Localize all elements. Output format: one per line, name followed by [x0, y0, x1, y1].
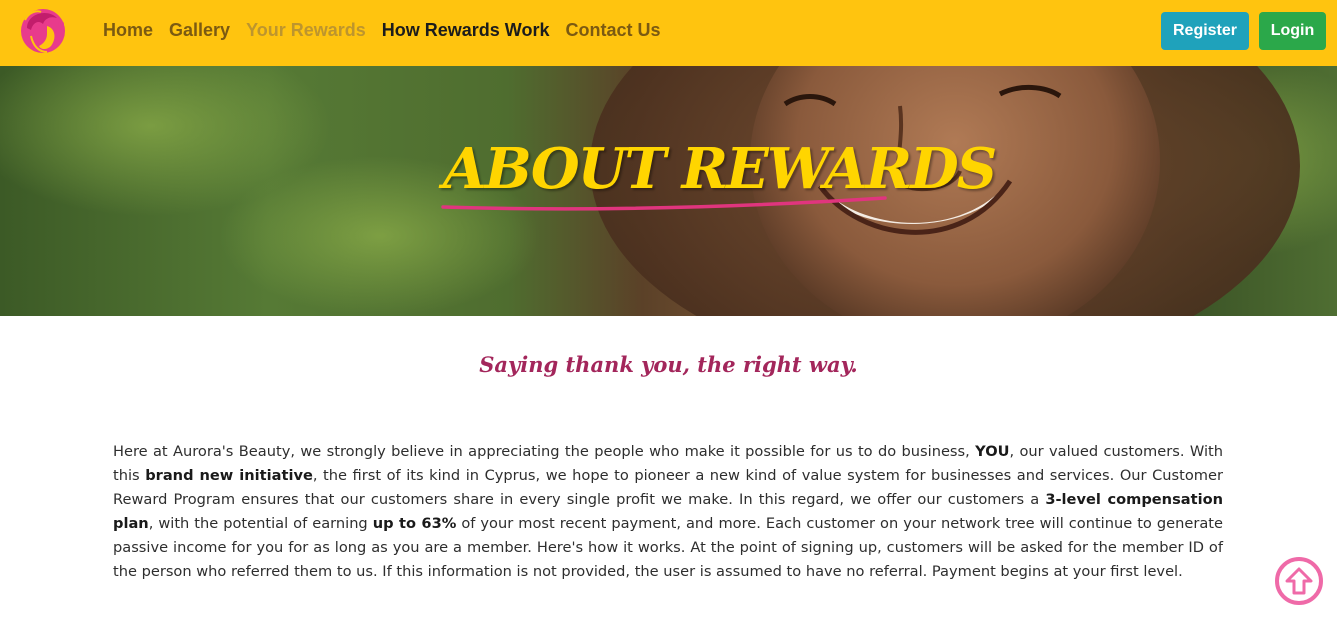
text-span: , with the potential of earning: [148, 515, 373, 532]
brand-logo-icon[interactable]: [17, 6, 71, 58]
emphasis-you: YOU: [975, 443, 1010, 460]
nav-link-how-rewards-work[interactable]: How Rewards Work: [382, 20, 550, 41]
register-button[interactable]: Register: [1161, 12, 1249, 50]
main-nav: Home Gallery Your Rewards How Rewards Wo…: [103, 20, 677, 41]
login-button[interactable]: Login: [1259, 12, 1326, 50]
navbar: Home Gallery Your Rewards How Rewards Wo…: [0, 0, 1337, 66]
emphasis-initiative: brand new initiative: [145, 467, 313, 484]
hero-banner: ABOUT REWARDS: [0, 66, 1337, 316]
text-span: Here at Aurora's Beauty, we strongly bel…: [113, 443, 976, 460]
nav-link-home[interactable]: Home: [103, 20, 153, 41]
nav-link-your-rewards[interactable]: Your Rewards: [246, 20, 366, 41]
tagline: Saying thank you, the right way.: [479, 352, 858, 377]
rewards-description: Here at Aurora's Beauty, we strongly bel…: [113, 440, 1223, 584]
nav-link-contact-us[interactable]: Contact Us: [565, 20, 660, 41]
nav-link-gallery[interactable]: Gallery: [169, 20, 230, 41]
scroll-to-top-button[interactable]: [1275, 557, 1323, 605]
arrow-up-icon: [1285, 567, 1313, 595]
hero-title: ABOUT REWARDS: [443, 136, 997, 202]
emphasis-percent: up to 63%: [372, 515, 457, 532]
